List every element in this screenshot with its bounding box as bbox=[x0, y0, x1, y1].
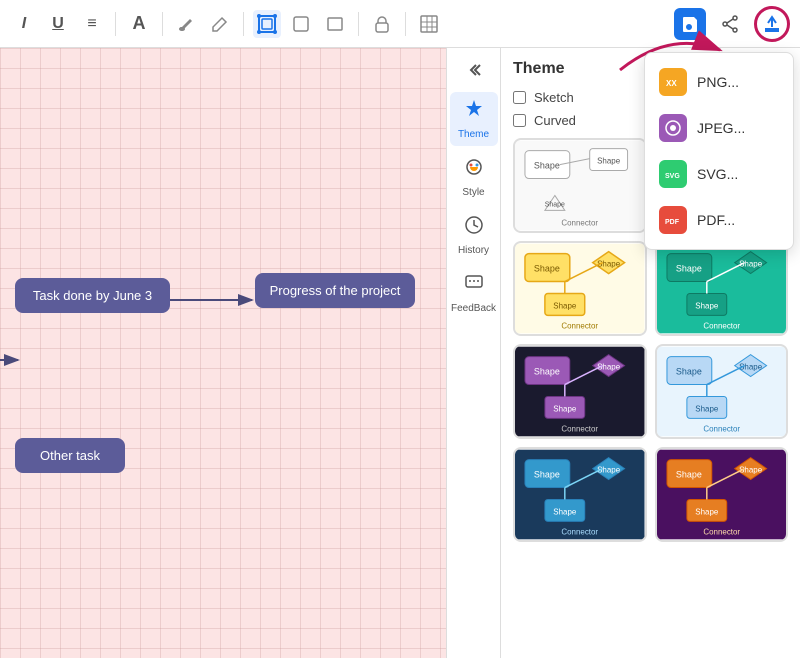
sep1 bbox=[115, 12, 116, 36]
node-other-task[interactable]: Other task bbox=[15, 438, 125, 473]
curved-label: Curved bbox=[534, 113, 576, 128]
theme-card-4[interactable]: Shape Shape Shape Connector bbox=[513, 344, 647, 439]
collapse-button[interactable] bbox=[458, 56, 490, 84]
node-other-task-label: Other task bbox=[40, 448, 100, 463]
svg-text:Shape: Shape bbox=[553, 507, 577, 516]
feedback-icon bbox=[463, 272, 485, 300]
png-icon: XX bbox=[659, 68, 687, 96]
svg-text:Connector: Connector bbox=[703, 321, 740, 330]
theme-card-7[interactable]: Shape Shape Shape Connector bbox=[655, 447, 789, 542]
sep4 bbox=[358, 12, 359, 36]
svg-text:Shape: Shape bbox=[675, 264, 701, 274]
svg-text:XX: XX bbox=[666, 79, 677, 88]
canvas[interactable]: Task done by June 3 Progress of the proj… bbox=[0, 48, 446, 658]
svg-text:Shape: Shape bbox=[695, 507, 719, 516]
sep5 bbox=[405, 12, 406, 36]
sep2 bbox=[162, 12, 163, 36]
toolbar: I U ≡ A bbox=[0, 0, 800, 48]
sidebar-item-theme[interactable]: Theme bbox=[450, 92, 498, 146]
select-button[interactable] bbox=[253, 10, 281, 38]
svg-text:Shape: Shape bbox=[695, 301, 719, 310]
sidebar-theme-label: Theme bbox=[458, 129, 489, 140]
sidebar-feedback-label: FeedBack bbox=[451, 303, 496, 314]
svg-text:Shape: Shape bbox=[675, 367, 701, 377]
svg-text:PDF: PDF bbox=[665, 219, 680, 226]
sketch-checkbox[interactable] bbox=[513, 91, 526, 104]
export-svg[interactable]: SVG SVG... bbox=[645, 151, 793, 197]
node-progress[interactable]: Progress of the project bbox=[255, 273, 415, 308]
svg-text:SVG: SVG bbox=[665, 173, 680, 180]
svg-text:Shape: Shape bbox=[553, 404, 577, 413]
svg-text:Shape: Shape bbox=[675, 470, 701, 480]
svg-text:Shape: Shape bbox=[545, 201, 565, 208]
theme-icon bbox=[463, 98, 485, 126]
node-task-done-label: Task done by June 3 bbox=[33, 288, 152, 303]
svg-text:Connector: Connector bbox=[703, 527, 740, 536]
curved-checkbox[interactable] bbox=[513, 114, 526, 127]
svg-text:Connector: Connector bbox=[561, 321, 598, 330]
sidebar-history-label: History bbox=[458, 245, 489, 256]
svg-label: SVG... bbox=[697, 166, 738, 182]
theme-card-5[interactable]: Shape Shape Shape Connector bbox=[655, 344, 789, 439]
history-icon bbox=[463, 214, 485, 242]
svg-text:Shape: Shape bbox=[534, 264, 560, 274]
pdf-icon: PDF bbox=[659, 206, 687, 234]
sep3 bbox=[243, 12, 244, 36]
svg-text:Shape: Shape bbox=[597, 157, 621, 166]
italic-button[interactable]: I bbox=[10, 10, 38, 38]
jpeg-label: JPEG... bbox=[697, 120, 745, 136]
svg-text:Shape: Shape bbox=[534, 470, 560, 480]
share-button[interactable] bbox=[714, 8, 746, 40]
svg-text:Shape: Shape bbox=[534, 367, 560, 377]
node-progress-label: Progress of the project bbox=[270, 283, 401, 298]
sidebar-style-label: Style bbox=[462, 187, 484, 198]
list-button[interactable]: ≡ bbox=[78, 10, 106, 38]
svg-text:Shape: Shape bbox=[553, 301, 577, 310]
svg-text:Shape: Shape bbox=[695, 404, 719, 413]
svg-text:Connector: Connector bbox=[561, 218, 598, 227]
sidebar-item-style[interactable]: Style bbox=[450, 150, 498, 204]
text-button[interactable]: A bbox=[125, 10, 153, 38]
pen-button[interactable] bbox=[206, 10, 234, 38]
export-pdf[interactable]: PDF PDF... bbox=[645, 197, 793, 243]
brush-button[interactable] bbox=[172, 10, 200, 38]
svg-text:Connector: Connector bbox=[703, 424, 740, 433]
save-button[interactable] bbox=[674, 8, 706, 40]
svg-text:Connector: Connector bbox=[561, 527, 598, 536]
export-button[interactable] bbox=[754, 6, 790, 42]
theme-card-2[interactable]: Shape Shape Shape Connector bbox=[513, 241, 647, 336]
export-png[interactable]: XX PNG... bbox=[645, 59, 793, 105]
png-label: PNG... bbox=[697, 74, 739, 90]
crop-button[interactable] bbox=[287, 10, 315, 38]
table-button[interactable] bbox=[415, 10, 443, 38]
lock-button[interactable] bbox=[368, 10, 396, 38]
sidebar-item-history[interactable]: History bbox=[450, 208, 498, 262]
export-dropdown: XX PNG... JPEG... SVG SVG... PDF PDF... bbox=[644, 52, 794, 250]
theme-card-3[interactable]: Shape Shape Shape Connector bbox=[655, 241, 789, 336]
svg-text:Connector: Connector bbox=[561, 424, 598, 433]
toolbar-right bbox=[674, 6, 790, 42]
node-task-done[interactable]: Task done by June 3 bbox=[15, 278, 170, 313]
rect-button[interactable] bbox=[321, 10, 349, 38]
theme-card-6[interactable]: Shape Shape Shape Connector bbox=[513, 447, 647, 542]
jpeg-icon bbox=[659, 114, 687, 142]
theme-card-0[interactable]: Shape Shape Shape Connector bbox=[513, 138, 647, 233]
sidebar-item-feedback[interactable]: FeedBack bbox=[450, 266, 498, 320]
side-panel: Theme Style History FeedBack bbox=[446, 48, 500, 658]
underline-button[interactable]: U bbox=[44, 10, 72, 38]
sketch-label: Sketch bbox=[534, 90, 574, 105]
svg-text:Shape: Shape bbox=[534, 161, 560, 171]
pdf-label: PDF... bbox=[697, 212, 735, 228]
style-icon bbox=[463, 156, 485, 184]
svg-icon: SVG bbox=[659, 160, 687, 188]
export-jpeg[interactable]: JPEG... bbox=[645, 105, 793, 151]
